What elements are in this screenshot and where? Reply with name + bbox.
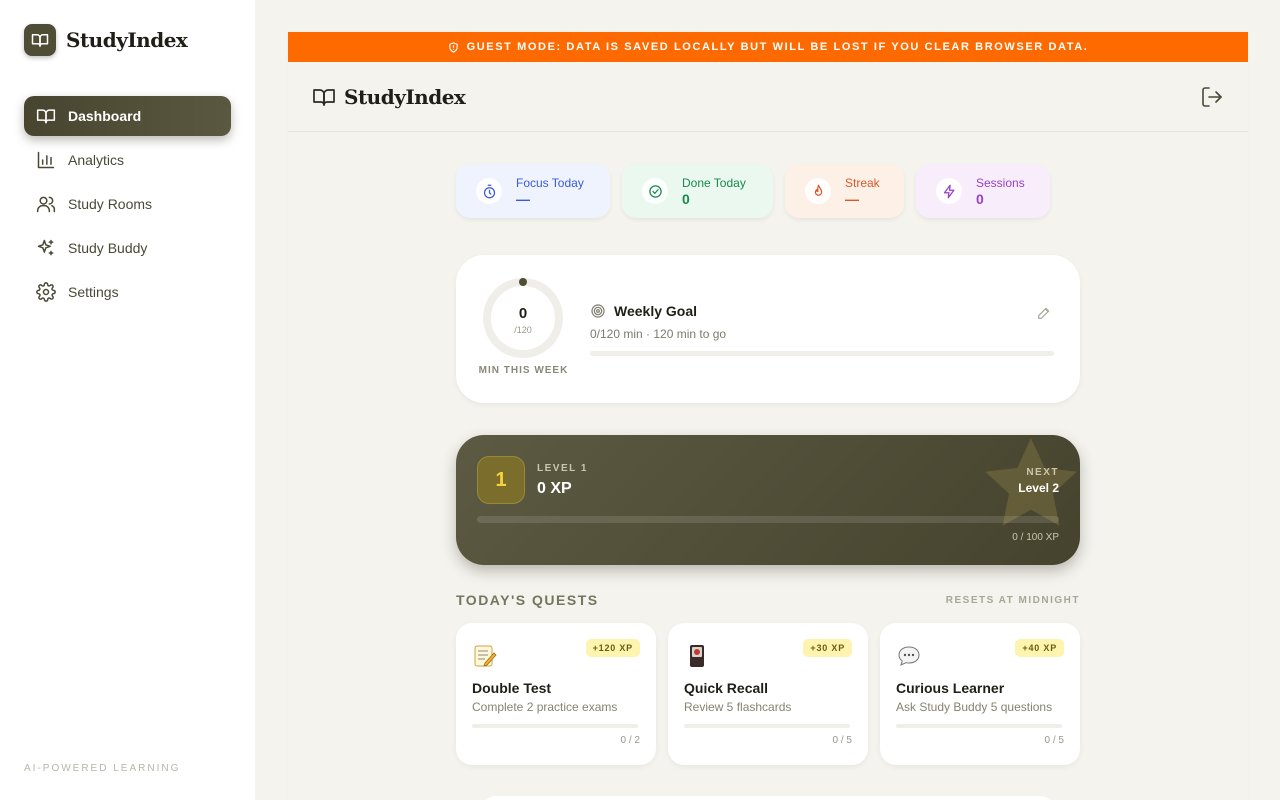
- stat-value: 0: [682, 190, 690, 207]
- bar-chart-icon: [37, 151, 55, 169]
- quest-card-quick-recall[interactable]: +30 XP Quick Recall Review 5 flashcards …: [668, 623, 868, 765]
- stats-row: Focus Today — Done Today 0 Streak — Session…: [456, 164, 1050, 218]
- stat-sessions: Sessions 0: [916, 164, 1050, 218]
- quest-progress-bar: [684, 724, 850, 728]
- next-level-value: Level 2: [1018, 481, 1059, 495]
- edit-pencil-icon[interactable]: [1036, 305, 1052, 321]
- level-badge: 1: [477, 456, 525, 504]
- quest-progress-text: 0 / 2: [620, 735, 640, 746]
- sidebar-item-study-buddy[interactable]: Study Buddy: [24, 228, 231, 268]
- stat-value: 0: [976, 190, 984, 207]
- book-open-icon: [24, 24, 56, 56]
- guest-mode-text: GUEST MODE: DATA IS SAVED LOCALLY BUT WI…: [466, 41, 1089, 53]
- quest-card-double-test[interactable]: +120 XP Double Test Complete 2 practice …: [456, 623, 656, 765]
- sidebar-item-study-rooms[interactable]: Study Rooms: [24, 184, 231, 224]
- weekly-goal-title: Weekly Goal: [590, 303, 697, 319]
- sidebar-item-settings[interactable]: Settings: [24, 272, 231, 312]
- users-icon: [36, 196, 56, 213]
- guest-mode-banner: GUEST MODE: DATA IS SAVED LOCALLY BUT WI…: [288, 32, 1248, 62]
- header-brand-name: StudyIndex: [344, 84, 466, 109]
- sidebar-item-dashboard[interactable]: Dashboard: [24, 96, 231, 136]
- main-panel: GUEST MODE: DATA IS SAVED LOCALLY BUT WI…: [288, 32, 1248, 800]
- quest-name: Double Test: [472, 680, 552, 696]
- quest-xp-badge: +40 XP: [1015, 639, 1064, 657]
- weekly-minutes-caption: MIN THIS WEEK: [478, 365, 569, 376]
- flashcard-icon: [690, 645, 704, 667]
- weekly-goal-subtitle: 0/120 min · 120 min to go: [590, 327, 727, 341]
- weekly-goal-title-text: Weekly Goal: [614, 303, 698, 319]
- next-card-peek: [480, 796, 1056, 800]
- speech-bubble-icon: [898, 646, 920, 666]
- weekly-goal-card: 0 /120 MIN THIS WEEK Weekly Goal 0/120 m…: [456, 255, 1080, 403]
- weekly-goal-progress-bar: [590, 351, 1054, 356]
- quest-progress-text: 0 / 5: [832, 735, 852, 746]
- gear-icon: [36, 282, 56, 302]
- quest-description: Review 5 flashcards: [684, 700, 792, 714]
- check-circle-icon: [642, 178, 668, 204]
- quests-list: +120 XP Double Test Complete 2 practice …: [456, 623, 1080, 765]
- quest-card-curious-learner[interactable]: +40 XP Curious Learner Ask Study Buddy 5…: [880, 623, 1080, 765]
- level-progress-bar: [477, 516, 1059, 523]
- quest-xp-badge: +120 XP: [585, 639, 640, 657]
- brand-logo[interactable]: StudyIndex: [24, 24, 188, 56]
- shield-icon: [448, 41, 458, 53]
- stat-label: Streak: [845, 175, 880, 190]
- level-xp: 0 XP: [537, 480, 572, 497]
- stat-focus-today: Focus Today —: [456, 164, 610, 218]
- book-open-icon: [36, 109, 56, 124]
- sidebar-item-label: Analytics: [68, 152, 125, 168]
- memo-icon: [474, 645, 497, 667]
- book-open-icon: [313, 88, 335, 106]
- quest-name: Quick Recall: [684, 680, 769, 696]
- sidebar-item-label: Study Buddy: [68, 240, 148, 256]
- next-level-label: NEXT: [1026, 467, 1059, 478]
- sidebar-footer-tagline: AI-POWERED LEARNING: [24, 763, 181, 774]
- stat-label: Focus Today: [516, 175, 584, 190]
- quest-description: Complete 2 practice exams: [472, 700, 618, 714]
- timer-icon: [476, 178, 502, 204]
- sidebar-item-label: Settings: [68, 284, 119, 300]
- stat-streak: Streak —: [785, 164, 904, 218]
- stat-value: —: [516, 190, 530, 207]
- level-progress-text: 0 / 100 XP: [1012, 532, 1059, 543]
- stat-label: Sessions: [976, 175, 1025, 190]
- weekly-minutes-total: /120: [514, 325, 532, 335]
- quest-name: Curious Learner: [896, 680, 1005, 696]
- quest-progress-bar: [472, 724, 638, 728]
- level-label: LEVEL 1: [537, 463, 588, 474]
- logout-icon[interactable]: [1200, 85, 1224, 109]
- stat-done-today: Done Today 0: [622, 164, 773, 218]
- top-header: StudyIndex: [288, 62, 1248, 132]
- header-brand[interactable]: StudyIndex: [312, 84, 466, 109]
- flame-icon: [805, 178, 831, 204]
- lightning-icon: [936, 178, 962, 204]
- brand-name: StudyIndex: [66, 28, 188, 52]
- quests-title: TODAY'S QUESTS: [456, 592, 599, 608]
- stat-value: —: [845, 190, 859, 207]
- quests-reset-note: RESETS AT MIDNIGHT: [945, 595, 1080, 606]
- level-card: 1 LEVEL 1 0 XP NEXT Level 2 0 / 100 XP: [456, 435, 1080, 565]
- sidebar: StudyIndex Dashboard Analytics Study Roo…: [0, 0, 255, 800]
- quest-xp-badge: +30 XP: [803, 639, 852, 657]
- target-icon: [591, 304, 605, 318]
- sparkles-icon: [37, 239, 54, 256]
- sidebar-item-label: Dashboard: [68, 108, 142, 124]
- quest-progress-bar: [896, 724, 1062, 728]
- quest-description: Ask Study Buddy 5 questions: [896, 700, 1053, 714]
- sidebar-item-label: Study Rooms: [68, 196, 153, 212]
- sidebar-item-analytics[interactable]: Analytics: [24, 140, 231, 180]
- stat-label: Done Today: [682, 175, 746, 190]
- sidebar-nav: Dashboard Analytics Study Rooms Study Bu…: [24, 96, 231, 316]
- weekly-minutes-value: 0: [518, 305, 528, 322]
- quest-progress-text: 0 / 5: [1044, 735, 1064, 746]
